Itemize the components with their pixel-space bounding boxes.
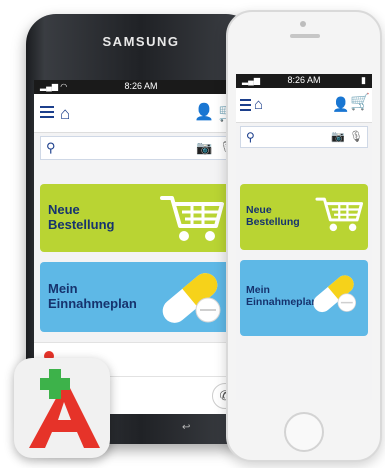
speaker-grille — [290, 34, 320, 38]
new-order-line2: Bestellung — [48, 216, 115, 232]
new-order-line2: Bestellung — [246, 216, 300, 229]
home-icon[interactable]: ⌂ — [60, 105, 70, 122]
pill-illustration — [162, 273, 221, 323]
shopping-cart-illustration — [160, 196, 224, 241]
search-bar[interactable]: ⚲ 📷 🎙 — [240, 126, 368, 148]
new-order-label: Neue Bestellung — [48, 202, 115, 233]
shopping-cart-illustration — [315, 197, 364, 232]
samsung-brand-label: SAMSUNG — [102, 34, 180, 49]
nav-bar: ⌂ 👤 🛒 — [34, 94, 248, 133]
battery-icon: ▮ — [361, 75, 366, 85]
status-bar: ▂▄▆ 8:26 AM ▮ — [236, 74, 372, 88]
intake-plan-tile[interactable]: Mein Einnahmeplan — [240, 260, 368, 336]
search-icon[interactable]: ⚲ — [246, 130, 255, 144]
new-order-line1: Neue — [48, 202, 80, 217]
cart-icon[interactable]: 🛒 — [350, 95, 370, 111]
new-order-line1: Neue — [246, 204, 272, 216]
iphone: ▂▄▆ 8:26 AM ▮ ⌂ 👤 🛒 ⚲ 📷 🎙 Neue Bestellun… — [226, 10, 382, 462]
home-button — [284, 412, 324, 452]
microphone-icon[interactable]: 🎙 — [349, 130, 363, 143]
user-icon[interactable]: 👤 — [194, 105, 214, 121]
front-camera-icon — [300, 21, 306, 27]
user-icon[interactable]: 👤 — [332, 97, 349, 111]
search-bar[interactable]: ⚲ 📷 🎙 — [40, 136, 242, 160]
new-order-tile[interactable]: Neue Bestellung — [40, 184, 240, 252]
new-order-label: Neue Bestellung — [246, 204, 300, 228]
intake-plan-line1: Mein — [48, 281, 78, 296]
iphone-screen: ▂▄▆ 8:26 AM ▮ ⌂ 👤 🛒 ⚲ 📷 🎙 Neue Bestellun… — [236, 74, 372, 400]
app-logo-icon — [14, 358, 110, 458]
camera-icon[interactable]: 📷 — [196, 140, 212, 156]
back-icon: ↩ — [182, 422, 191, 433]
menu-icon[interactable] — [40, 106, 54, 118]
menu-icon[interactable] — [240, 99, 251, 111]
intake-plan-line2: Einnahmeplan — [48, 295, 137, 311]
intake-plan-label: Mein Einnahmeplan — [48, 281, 137, 312]
status-time: 8:26 AM — [124, 81, 158, 91]
home-icon[interactable]: ⌂ — [254, 97, 263, 112]
app-logo-graphic — [29, 369, 100, 448]
intake-plan-tile[interactable]: Mein Einnahmeplan — [40, 262, 240, 332]
status-bar: ▂▄▆ ◠ 8:26 AM ✱ ▮ — [34, 80, 248, 94]
pill-illustration — [313, 275, 357, 313]
new-order-tile[interactable]: Neue Bestellung — [240, 184, 368, 250]
search-icon[interactable]: ⚲ — [46, 140, 56, 156]
camera-icon[interactable]: 📷 — [331, 130, 345, 143]
status-time: 8:26 AM — [287, 75, 321, 85]
nav-bar: ⌂ 👤 🛒 — [236, 88, 372, 123]
